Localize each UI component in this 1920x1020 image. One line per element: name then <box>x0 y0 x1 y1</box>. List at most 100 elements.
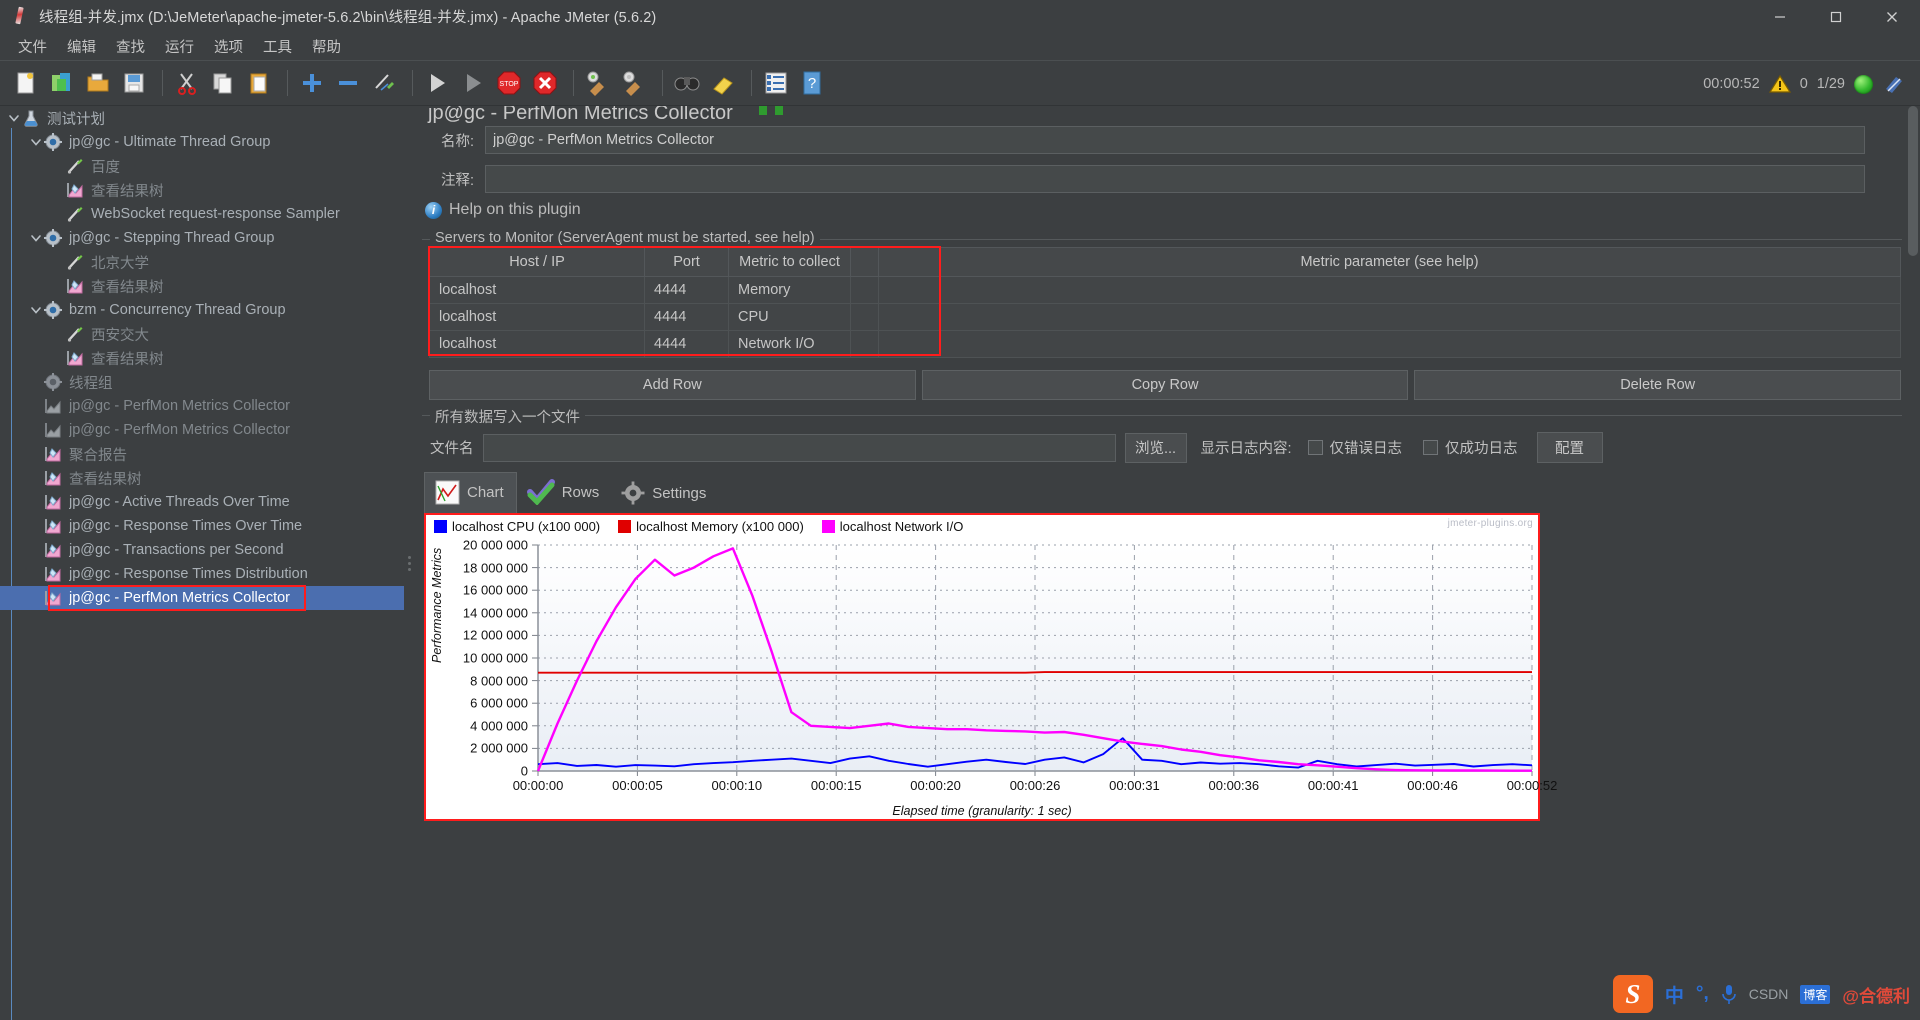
errors-only-checkbox-group[interactable]: 仅错误日志 <box>1307 437 1402 458</box>
cell-port[interactable]: 4444 <box>644 330 729 358</box>
menu-tools[interactable]: 工具 <box>253 33 302 60</box>
tab-chart[interactable]: Chart <box>424 472 517 513</box>
list-icon[interactable] <box>760 67 792 99</box>
menu-options[interactable]: 选项 <box>204 33 253 60</box>
cell-metric[interactable]: CPU <box>728 303 851 331</box>
warning-icon[interactable] <box>1768 74 1791 94</box>
cell-host[interactable]: localhost <box>429 303 645 331</box>
servers-table-container[interactable]: Host / IP Port Metric to collect Metric … <box>429 247 1901 358</box>
minus-icon[interactable] <box>332 67 364 99</box>
broom-green-icon[interactable] <box>582 67 614 99</box>
test-plan-tree[interactable]: 测试计划 jp@gc - Ultimate Thread Group 百度 查看结果树… <box>0 106 404 1020</box>
scrollbar-thumb[interactable] <box>1908 106 1918 256</box>
tree-item[interactable]: 测试计划 <box>0 106 404 130</box>
cell-metric[interactable]: Network I/O <box>728 330 851 358</box>
stop-sign-icon[interactable]: STOP <box>493 67 525 99</box>
tree-item[interactable]: bzm - Concurrency Thread Group <box>0 298 404 322</box>
help-on-plugin-link[interactable]: Help on this plugin <box>449 201 581 219</box>
tree-item[interactable]: jp@gc - Response Times Distribution <box>0 562 404 586</box>
filename-input[interactable] <box>482 433 1116 462</box>
cell-spacer[interactable] <box>850 330 879 358</box>
panel-splitter[interactable] <box>404 106 414 1020</box>
plus-icon[interactable] <box>296 67 328 99</box>
name-input[interactable] <box>485 126 1865 154</box>
tree-item[interactable]: jp@gc - Ultimate Thread Group <box>0 130 404 154</box>
cell-param[interactable] <box>878 276 1901 304</box>
menu-bar: 文件 编辑 查找 运行 选项 工具 帮助 <box>0 33 1920 60</box>
tree-item[interactable]: 查看结果树 <box>0 274 404 298</box>
chevron-down-icon[interactable] <box>28 134 44 150</box>
new-document-icon[interactable] <box>10 67 42 99</box>
tab-settings[interactable]: Settings <box>611 474 718 513</box>
tree-item[interactable]: jp@gc - Stepping Thread Group <box>0 226 404 250</box>
delete-row-button[interactable]: Delete Row <box>1414 370 1902 400</box>
copy-icon[interactable] <box>207 67 239 99</box>
tree-item[interactable]: jp@gc - PerfMon Metrics Collector <box>0 394 404 418</box>
errors-only-checkbox[interactable] <box>1307 440 1323 455</box>
question-help-icon[interactable]: ? <box>796 67 828 99</box>
minimize-button[interactable] <box>1752 0 1808 33</box>
cell-host[interactable]: localhost <box>429 330 645 358</box>
success-only-checkbox[interactable] <box>1423 440 1439 455</box>
shutdown-icon[interactable] <box>529 67 561 99</box>
scissors-icon[interactable] <box>171 67 203 99</box>
cell-param[interactable] <box>878 330 1901 358</box>
open-folder-icon[interactable] <box>82 67 114 99</box>
menu-run[interactable]: 运行 <box>155 33 204 60</box>
templates-icon[interactable] <box>46 67 78 99</box>
comment-input[interactable] <box>485 165 1865 193</box>
chevron-down-icon[interactable] <box>28 230 44 246</box>
toggle-pencil-icon[interactable] <box>368 67 400 99</box>
table-row[interactable]: localhost 4444 Network I/O <box>429 330 1901 358</box>
tree-item-label: 查看结果树 <box>91 279 164 296</box>
tree-item-selected[interactable]: jp@gc - PerfMon Metrics Collector <box>0 586 404 610</box>
menu-help[interactable]: 帮助 <box>302 33 351 60</box>
vertical-scrollbar[interactable] <box>1906 106 1920 1020</box>
clipboard-icon[interactable] <box>243 67 275 99</box>
copy-row-button[interactable]: Copy Row <box>921 370 1409 400</box>
success-only-checkbox-group[interactable]: 仅成功日志 <box>1423 437 1518 458</box>
eraser-icon[interactable] <box>707 67 739 99</box>
menu-file[interactable]: 文件 <box>8 33 57 60</box>
perfmon-chart[interactable]: jmeter-plugins.org localhost CPU (x100 0… <box>424 513 1557 821</box>
menu-edit[interactable]: 编辑 <box>57 33 106 60</box>
chevron-down-icon[interactable] <box>6 110 22 126</box>
tree-item[interactable]: 百度 <box>0 154 404 178</box>
chart-x-tick: 00:00:31 <box>1109 778 1160 793</box>
tree-item[interactable]: 查看结果树 <box>0 346 404 370</box>
cell-param[interactable] <box>878 303 1901 331</box>
legend-swatch-network <box>821 520 835 533</box>
add-row-button[interactable]: Add Row <box>429 370 916 400</box>
cell-metric[interactable]: Memory <box>728 276 851 304</box>
browse-button[interactable]: 浏览... <box>1124 432 1187 463</box>
broom-icon[interactable] <box>618 67 650 99</box>
menu-search[interactable]: 查找 <box>106 33 155 60</box>
close-button[interactable] <box>1864 0 1920 33</box>
tree-item[interactable]: 查看结果树 <box>0 178 404 202</box>
play-icon[interactable] <box>421 67 453 99</box>
cell-host[interactable]: localhost <box>429 276 645 304</box>
cell-port[interactable]: 4444 <box>644 276 729 304</box>
binoculars-icon[interactable] <box>671 67 703 99</box>
play-no-pause-icon[interactable] <box>457 67 489 99</box>
chevron-down-icon[interactable] <box>28 302 44 318</box>
maximize-button[interactable] <box>1808 0 1864 33</box>
tree-item[interactable]: jp@gc - Active Threads Over Time <box>0 490 404 514</box>
cell-spacer[interactable] <box>850 276 879 304</box>
configure-button[interactable]: 配置 <box>1536 432 1603 463</box>
tree-item[interactable]: jp@gc - Response Times Over Time <box>0 514 404 538</box>
save-disk-icon[interactable] <box>118 67 150 99</box>
tree-item[interactable]: 线程组 <box>0 370 404 394</box>
table-row[interactable]: localhost 4444 Memory <box>429 276 1901 304</box>
cell-spacer[interactable] <box>850 303 879 331</box>
tree-item[interactable]: jp@gc - PerfMon Metrics Collector <box>0 418 404 442</box>
tree-item[interactable]: jp@gc - Transactions per Second <box>0 538 404 562</box>
cell-port[interactable]: 4444 <box>644 303 729 331</box>
tree-item[interactable]: 西安交大 <box>0 322 404 346</box>
tree-item[interactable]: WebSocket request-response Sampler <box>0 202 404 226</box>
tree-item[interactable]: 查看结果树 <box>0 466 404 490</box>
tab-rows[interactable]: Rows <box>517 472 612 513</box>
tree-item[interactable]: 北京大学 <box>0 250 404 274</box>
table-row[interactable]: localhost 4444 CPU <box>429 303 1901 331</box>
tree-item[interactable]: 聚合报告 <box>0 442 404 466</box>
